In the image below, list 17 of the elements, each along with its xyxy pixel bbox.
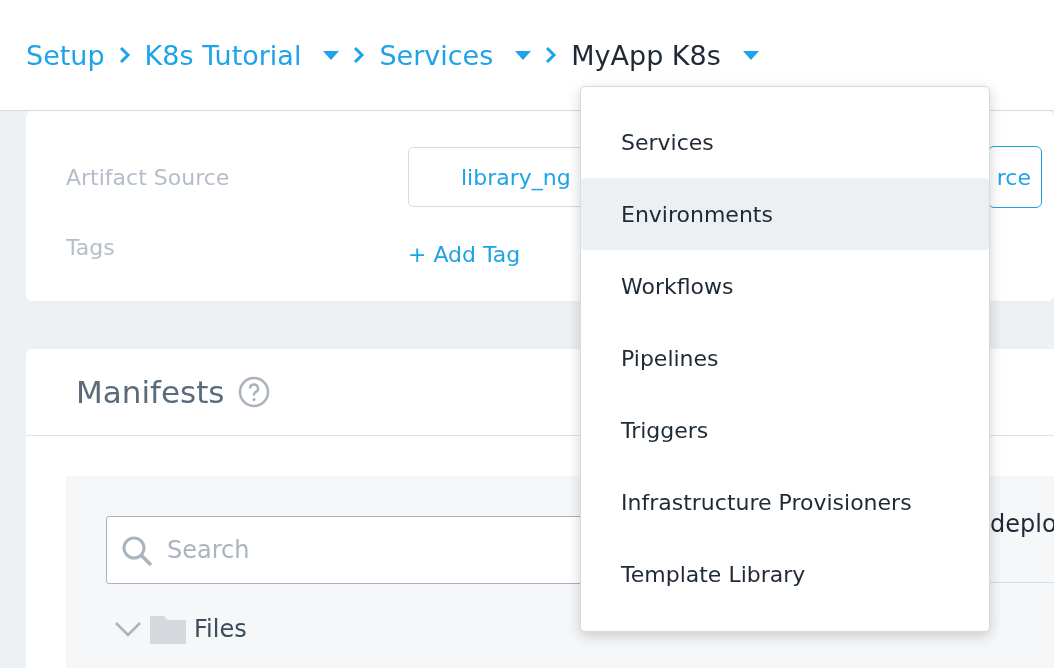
search-icon: [121, 535, 153, 567]
tree-item[interactable]: Files: [194, 615, 247, 643]
chevron-right-icon: [118, 46, 131, 64]
chevron-right-icon: [353, 46, 366, 64]
menu-item[interactable]: Environments: [581, 178, 989, 250]
folder-icon: [150, 614, 186, 644]
chevron-right-icon: [545, 46, 558, 64]
breadcrumb-link[interactable]: MyApp K8s: [571, 39, 759, 71]
menu-item[interactable]: Pipelines: [581, 322, 989, 394]
menu-item[interactable]: Services: [581, 106, 989, 178]
help-icon[interactable]: [238, 376, 271, 408]
menu-item[interactable]: Triggers: [581, 394, 989, 466]
field-label: Tags: [66, 234, 116, 260]
chevron-down-icon[interactable]: [114, 621, 142, 637]
section-title: Manifests: [76, 374, 225, 410]
menu-item[interactable]: Workflows: [581, 250, 989, 322]
field-label: Artifact Source: [66, 164, 231, 190]
